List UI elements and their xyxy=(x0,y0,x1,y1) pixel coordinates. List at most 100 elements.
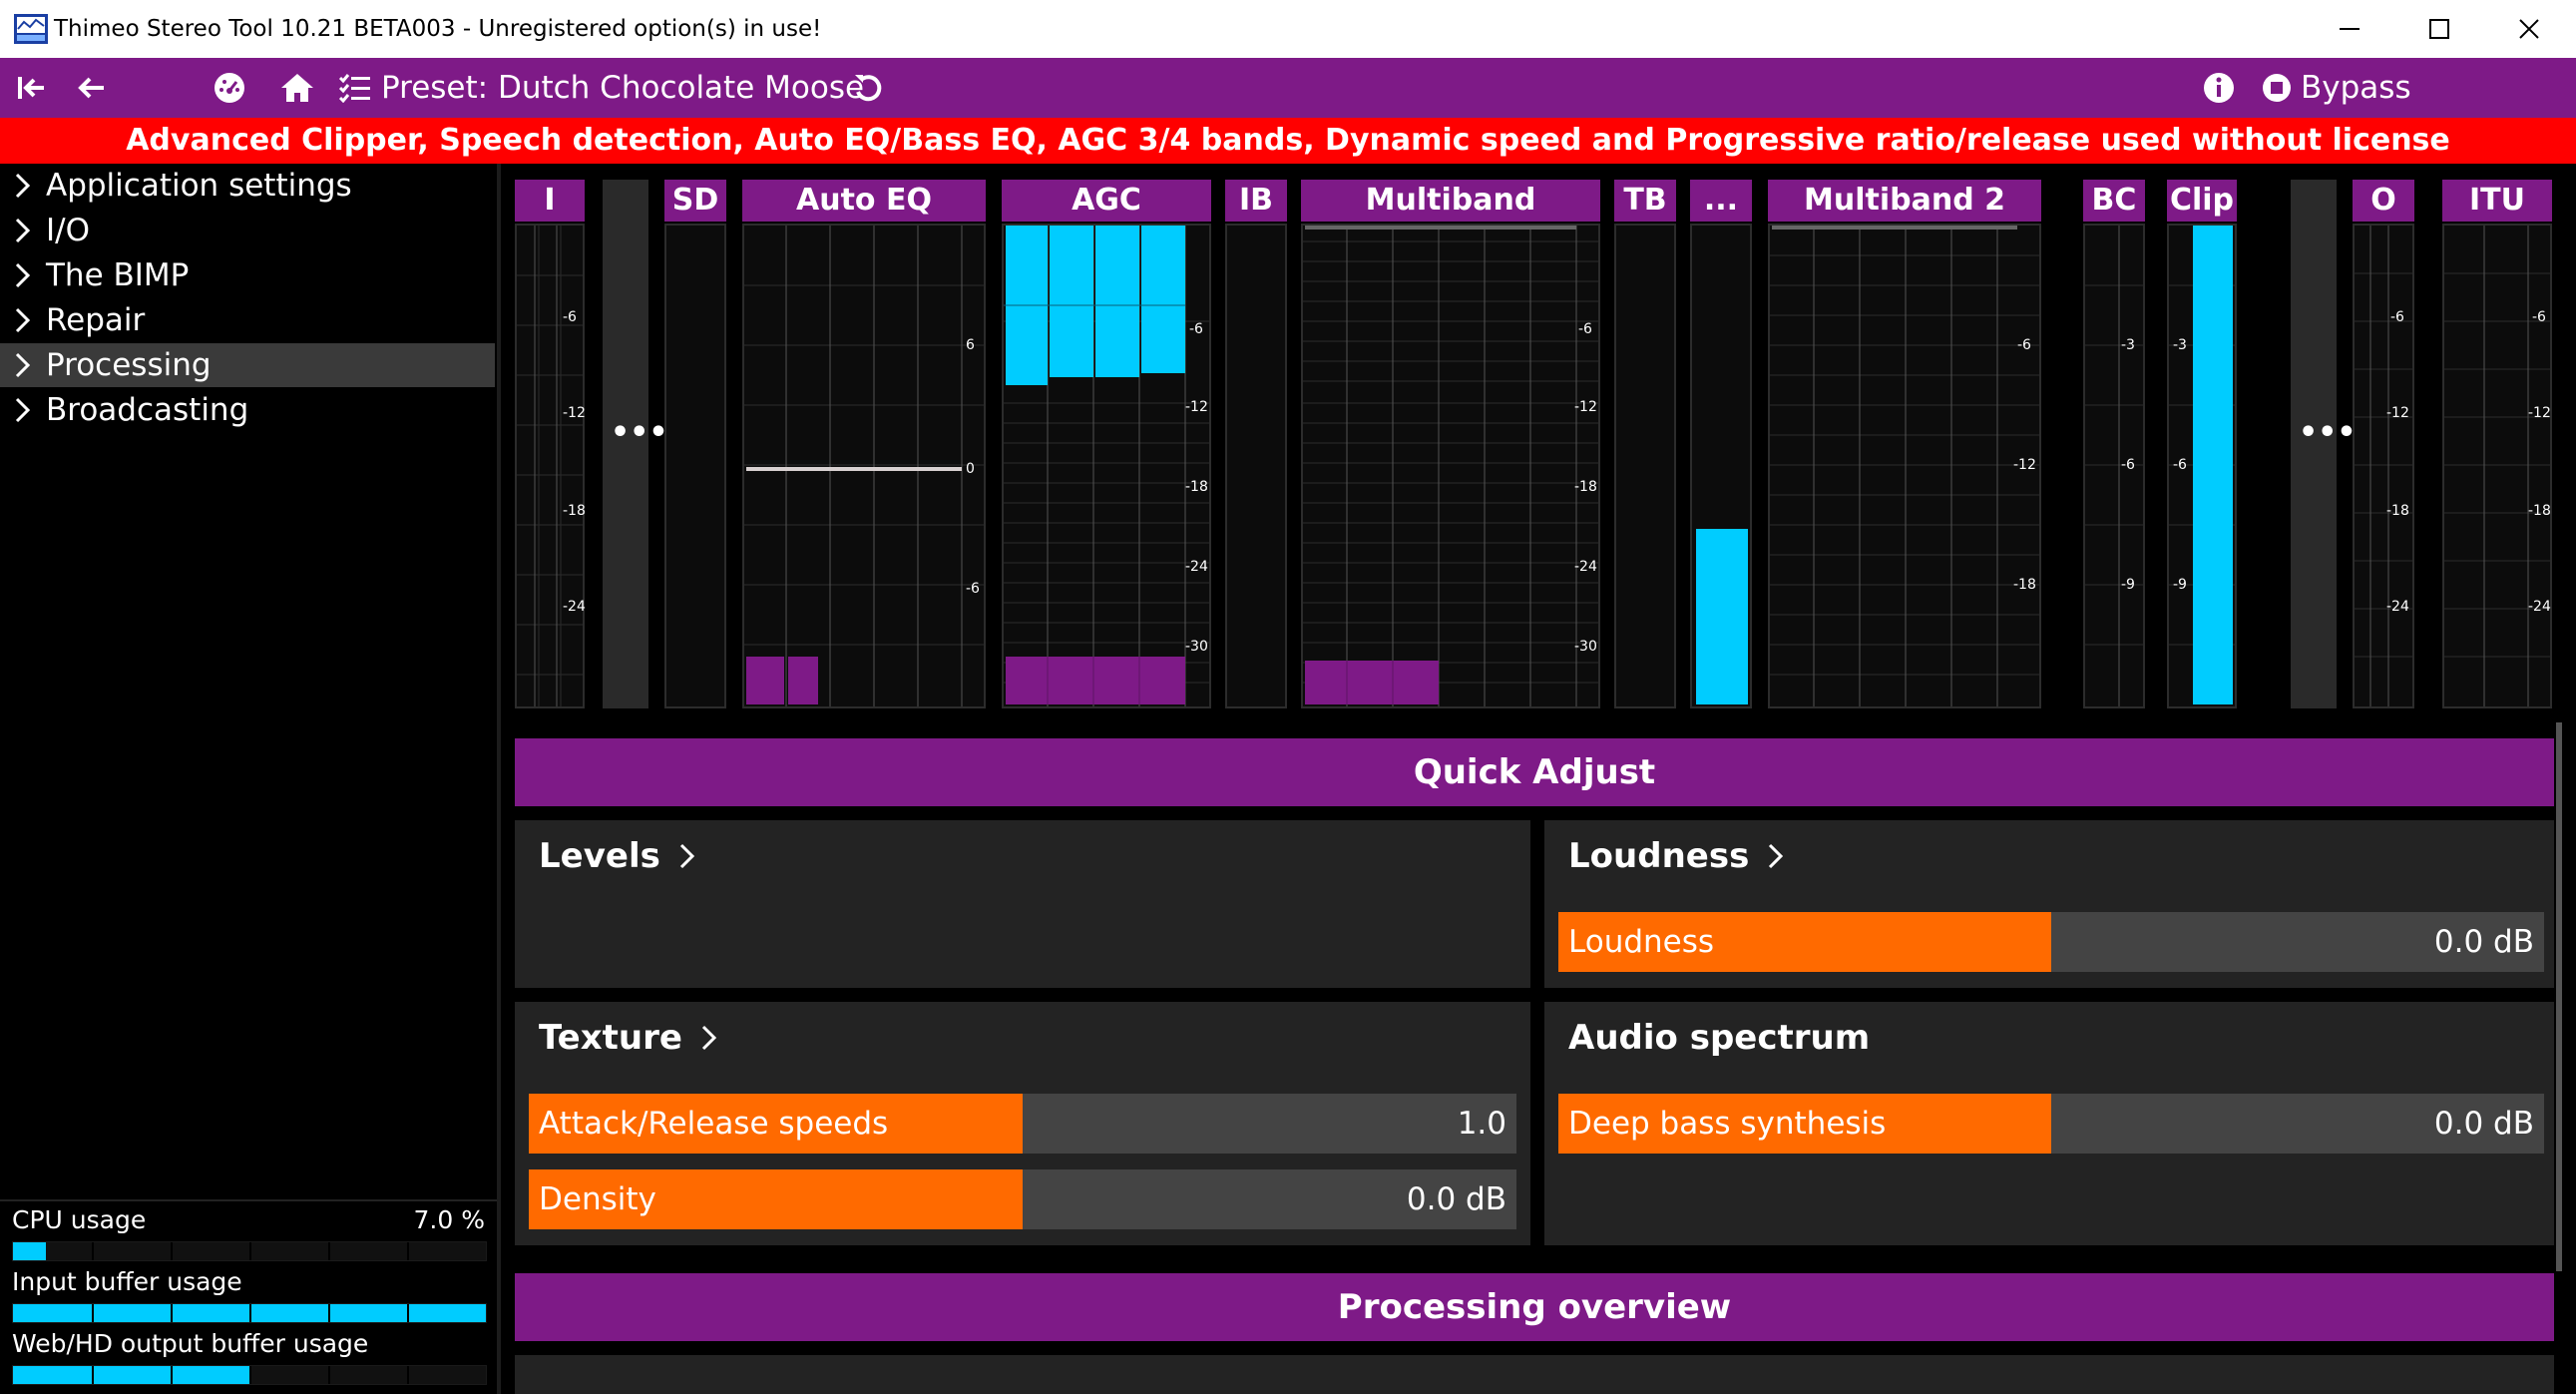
meter-header-agc[interactable]: AGC xyxy=(1002,180,1211,222)
meter-tb xyxy=(1614,224,1676,708)
meter-header-more[interactable]: ... xyxy=(1690,180,1752,222)
output-buffer-bar xyxy=(12,1365,487,1385)
undo-button[interactable] xyxy=(848,58,888,118)
scale-label: 6 xyxy=(966,337,975,353)
scale-label: -12 xyxy=(1185,399,1208,415)
slider-value: 1.0 xyxy=(1457,1106,1506,1142)
meter-header-tb[interactable]: TB xyxy=(1614,180,1676,222)
meter-more xyxy=(1690,224,1752,708)
scale-label: -24 xyxy=(563,599,586,615)
bar-segment-divider xyxy=(249,1366,251,1384)
sidebar-item-application-settings[interactable]: Application settings xyxy=(0,164,495,208)
title-bar: Thimeo Stereo Tool 10.21 BETA003 - Unreg… xyxy=(0,0,2576,58)
meter-auto-eq: 6 0 -6 xyxy=(742,224,986,708)
sidebar-item-repair[interactable]: Repair xyxy=(0,298,495,342)
chevron-right-icon xyxy=(679,843,694,869)
home-button[interactable] xyxy=(275,58,319,118)
scale-label: -6 xyxy=(2532,309,2546,325)
info-button[interactable] xyxy=(2199,58,2239,118)
scale-label: -30 xyxy=(1574,639,1597,655)
bar-segment-divider xyxy=(171,1304,173,1322)
audio-spectrum-panel: Audio spectrum Deep bass synthesis 0.0 d… xyxy=(1544,1002,2554,1245)
bar-segment-divider xyxy=(407,1304,409,1322)
bypass-radio[interactable] xyxy=(2257,58,2297,118)
meter-o: -6 -12 -18 -24 xyxy=(2353,224,2414,708)
loudness-title[interactable]: Loudness xyxy=(1568,836,1785,876)
loudness-title-text: Loudness xyxy=(1568,836,1750,876)
toolbar: Preset: Dutch Chocolate Moose Bypass pro… xyxy=(0,58,2576,166)
cpu-usage-label: CPU usage xyxy=(12,1205,147,1234)
chevron-right-icon xyxy=(15,262,31,288)
sidebar-item-label: Repair xyxy=(46,302,146,338)
cpu-usage-fill xyxy=(13,1242,47,1260)
slider-value: 0.0 dB xyxy=(2433,924,2534,960)
sidebar-divider[interactable] xyxy=(497,164,501,1394)
texture-title[interactable]: Texture xyxy=(539,1018,718,1058)
meter-header-bc[interactable]: BC xyxy=(2083,180,2145,222)
sidebar-item-io[interactable]: I/O xyxy=(0,209,495,252)
scale-label: -12 xyxy=(2013,457,2036,473)
sidebar-item-label: I/O xyxy=(46,213,90,248)
output-buffer-label: Web/HD output buffer usage xyxy=(12,1329,369,1358)
scale-label: -6 xyxy=(2390,309,2404,325)
slider-label: Deep bass synthesis xyxy=(1568,1106,1887,1142)
minimize-button[interactable] xyxy=(2305,0,2394,58)
meter-header-i[interactable]: I xyxy=(515,180,585,222)
chevron-right-icon xyxy=(15,218,31,243)
app-icon xyxy=(14,14,48,44)
slider-label: Density xyxy=(539,1181,656,1217)
quick-adjust-header[interactable]: Quick Adjust xyxy=(515,738,2554,806)
chevron-right-icon xyxy=(701,1025,717,1051)
scrollbar[interactable] xyxy=(2556,722,2562,1271)
meter-header-o[interactable]: O xyxy=(2353,180,2414,222)
sidebar-item-the-bimp[interactable]: The BIMP xyxy=(0,253,495,297)
chevron-right-icon xyxy=(15,352,31,378)
density-slider[interactable]: Density 0.0 dB xyxy=(529,1169,1516,1229)
maximize-icon xyxy=(2429,19,2449,39)
bar-segment-divider xyxy=(328,1242,330,1260)
bar-segment-divider xyxy=(249,1304,251,1322)
deep-bass-synthesis-slider[interactable]: Deep bass synthesis 0.0 dB xyxy=(1558,1094,2544,1154)
preset-name[interactable]: Preset: Dutch Chocolate Moose xyxy=(381,58,864,118)
scale-label: -18 xyxy=(1185,479,1208,495)
bar-segment-divider xyxy=(249,1242,251,1260)
more-dots-icon[interactable]: ••• xyxy=(2299,415,2357,450)
meter-header-auto-eq[interactable]: Auto EQ xyxy=(742,180,986,222)
preset-list-button[interactable] xyxy=(335,58,375,118)
attack-release-slider[interactable]: Attack/Release speeds 1.0 xyxy=(529,1094,1516,1154)
chevron-right-icon xyxy=(15,307,31,333)
close-button[interactable] xyxy=(2484,0,2574,58)
sidebar: Application settings I/O The BIMP Repair… xyxy=(0,164,497,1394)
maximize-button[interactable] xyxy=(2394,0,2484,58)
more-dots-icon[interactable]: ••• xyxy=(611,415,668,450)
meter-header-multiband-2[interactable]: Multiband 2 xyxy=(1768,180,2041,222)
loudness-slider[interactable]: Loudness 0.0 dB xyxy=(1558,912,2544,972)
sidebar-item-label: The BIMP xyxy=(46,257,190,293)
back-button[interactable] xyxy=(72,58,112,118)
chevron-right-icon xyxy=(15,173,31,199)
loudness-panel: Loudness Loudness 0.0 dB xyxy=(1544,820,2554,988)
meter-header-clip[interactable]: Clip xyxy=(2167,180,2237,222)
meter-header-sd[interactable]: SD xyxy=(664,180,726,222)
scale-label: -6 xyxy=(563,309,577,325)
dashboard-button[interactable] xyxy=(208,58,251,118)
meter-itu: -6 -12 -18 -24 xyxy=(2442,224,2552,708)
meter-ib xyxy=(1225,224,1287,708)
levels-title[interactable]: Levels xyxy=(539,836,696,876)
levels-panel: Levels xyxy=(515,820,1530,988)
sidebar-item-processing[interactable]: Processing xyxy=(0,343,495,387)
meter-bc: -3 -6 -9 xyxy=(2083,224,2145,708)
meter-agc: -6 -12 -18 -24 -30 xyxy=(1002,224,1211,708)
first-button[interactable] xyxy=(12,58,52,118)
bypass-label[interactable]: Bypass processing xyxy=(2301,58,2576,166)
meter-header-multiband[interactable]: Multiband xyxy=(1301,180,1600,222)
scale-label: -9 xyxy=(2173,577,2187,593)
bar-segment-divider xyxy=(171,1242,173,1260)
meter-header-itu[interactable]: ITU xyxy=(2442,180,2552,222)
processing-overview-header[interactable]: Processing overview xyxy=(515,1273,2554,1341)
scale-label: -6 xyxy=(2173,457,2187,473)
bar-segment-divider xyxy=(407,1366,409,1384)
meter-panel: I ••• SD Auto EQ AGC IB Multiband TB ...… xyxy=(509,164,2564,728)
meter-header-ib[interactable]: IB xyxy=(1225,180,1287,222)
sidebar-item-broadcasting[interactable]: Broadcasting xyxy=(0,388,495,432)
